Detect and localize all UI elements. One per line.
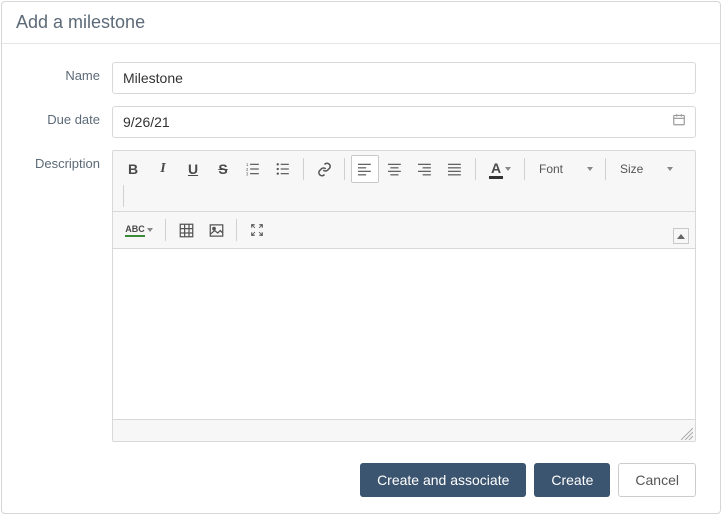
spellcheck-button[interactable]: ABC — [119, 216, 159, 244]
text-color-button[interactable]: A — [482, 155, 518, 183]
toolbar-separator — [123, 185, 124, 207]
size-dropdown-label: Size — [620, 162, 643, 176]
toolbar-separator — [303, 158, 304, 180]
name-label: Name — [20, 62, 100, 83]
toolbar-separator — [344, 158, 345, 180]
image-button[interactable] — [202, 216, 230, 244]
toolbar-separator — [524, 158, 525, 180]
align-center-button[interactable] — [381, 155, 409, 183]
underline-button[interactable]: U — [179, 155, 207, 183]
chevron-down-icon — [587, 167, 593, 171]
dialog-body: Name Due date Description B I — [2, 44, 720, 451]
svg-text:3: 3 — [246, 171, 249, 176]
justify-button[interactable] — [441, 155, 469, 183]
due-date-label: Due date — [20, 106, 100, 127]
bullet-list-button[interactable] — [269, 155, 297, 183]
due-date-row: Due date — [20, 106, 696, 138]
collapse-toolbar-button[interactable] — [673, 228, 689, 244]
dialog-title: Add a milestone — [2, 2, 720, 44]
font-dropdown[interactable]: Font — [531, 155, 599, 183]
numbered-list-button[interactable]: 123 — [239, 155, 267, 183]
cancel-button[interactable]: Cancel — [618, 463, 696, 497]
chevron-up-icon — [677, 234, 685, 239]
strikethrough-button[interactable]: S — [209, 155, 237, 183]
font-dropdown-label: Font — [539, 162, 563, 176]
size-dropdown[interactable]: Size — [612, 155, 679, 183]
align-right-button[interactable] — [411, 155, 439, 183]
resize-handle[interactable] — [681, 427, 693, 439]
create-button[interactable]: Create — [534, 463, 610, 497]
rich-text-editor: B I U S 123 — [112, 150, 696, 442]
create-and-associate-button[interactable]: Create and associate — [360, 463, 526, 497]
bold-button[interactable]: B — [119, 155, 147, 183]
name-input[interactable] — [112, 62, 696, 94]
align-left-button[interactable] — [351, 155, 379, 183]
description-label: Description — [20, 150, 100, 171]
maximize-button[interactable] — [243, 216, 271, 244]
chevron-down-icon — [667, 167, 673, 171]
description-row: Description B I U S 123 — [20, 150, 696, 443]
editor-statusbar — [113, 419, 695, 441]
toolbar-separator — [475, 158, 476, 180]
add-milestone-dialog: Add a milestone Name Due date Descriptio… — [1, 1, 721, 514]
due-date-input[interactable] — [112, 106, 696, 138]
name-row: Name — [20, 62, 696, 94]
dialog-footer: Create and associate Create Cancel — [2, 451, 720, 513]
editor-toolbar-row-2: ABC — [113, 212, 695, 249]
toolbar-separator — [605, 158, 606, 180]
toolbar-separator — [165, 219, 166, 241]
editor-content-area[interactable] — [113, 249, 695, 419]
editor-toolbar-row-1: B I U S 123 — [113, 151, 695, 212]
italic-button[interactable]: I — [149, 155, 177, 183]
link-button[interactable] — [310, 155, 338, 183]
toolbar-separator — [236, 219, 237, 241]
table-button[interactable] — [172, 216, 200, 244]
